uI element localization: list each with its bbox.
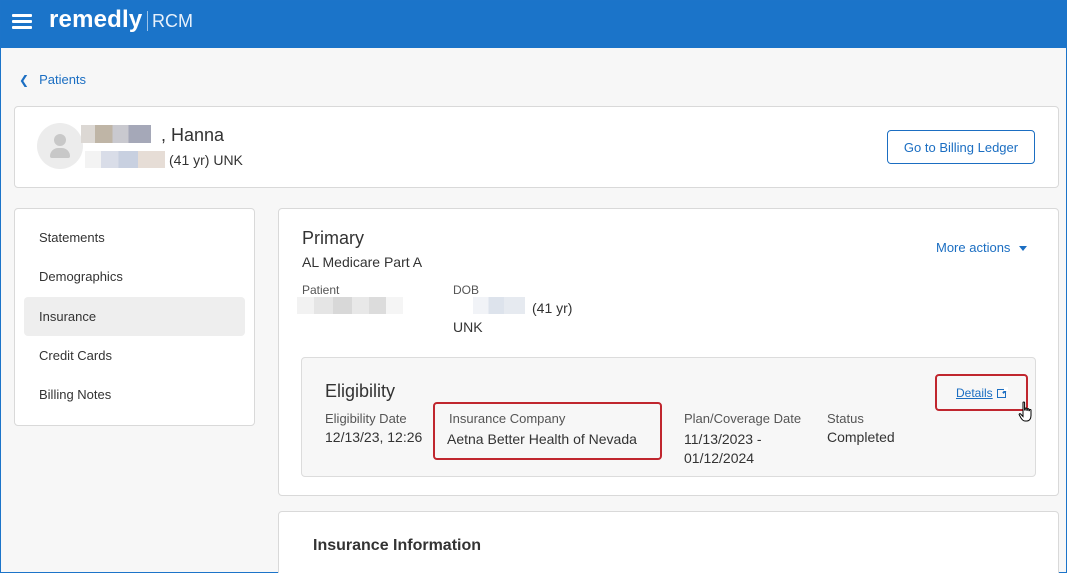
caret-down-icon xyxy=(1019,246,1028,252)
redacted-dob xyxy=(85,151,165,168)
patient-field-label: Patient xyxy=(302,283,340,297)
patient-sidebar: Statements Demographics Insurance Credit… xyxy=(14,208,255,426)
eligibility-date-value: 12/13/23, 12:26 xyxy=(325,429,423,445)
external-link-icon xyxy=(996,387,1008,398)
redacted-dob-value xyxy=(473,297,525,314)
eligibility-date-label: Eligibility Date xyxy=(325,411,407,426)
insurance-company-value: Aetna Better Health of Nevada xyxy=(447,431,637,447)
plan-coverage-date-end: 01/12/2024 xyxy=(684,450,755,466)
back-to-patients-link[interactable]: ❮ Patients xyxy=(19,72,86,87)
status-label: Status xyxy=(827,411,864,426)
sidebar-item-demographics[interactable]: Demographics xyxy=(24,257,245,296)
avatar-icon xyxy=(37,123,83,169)
insurance-information-card: Insurance Information xyxy=(278,511,1059,573)
insurance-plan-name: AL Medicare Part A xyxy=(302,254,423,270)
hamburger-menu-icon[interactable] xyxy=(12,14,32,30)
back-link-label: Patients xyxy=(39,72,87,87)
plan-coverage-date-start: 11/13/2023 - xyxy=(684,431,762,447)
plan-coverage-date-label: Plan/Coverage Date xyxy=(684,411,802,426)
brand-divider xyxy=(147,11,148,31)
primary-insurance-card: Primary AL Medicare Part A More actions … xyxy=(278,208,1059,496)
eligibility-title: Eligibility xyxy=(325,381,396,401)
eligibility-details-link[interactable]: Details xyxy=(956,386,1008,400)
go-to-billing-ledger-button[interactable]: Go to Billing Ledger xyxy=(887,130,1035,164)
more-actions-label: More actions xyxy=(936,240,1011,255)
redacted-patient-name xyxy=(297,297,403,314)
patient-sex: UNK xyxy=(453,319,483,335)
eligibility-panel: Eligibility Eligibility Date 12/13/23, 1… xyxy=(301,357,1036,477)
sidebar-item-credit-cards[interactable]: Credit Cards xyxy=(24,336,245,375)
patient-age-sex: (41 yr) UNK xyxy=(169,152,243,168)
status-value: Completed xyxy=(827,429,895,445)
dob-field-label: DOB xyxy=(453,283,480,297)
sidebar-item-insurance[interactable]: Insurance xyxy=(24,297,245,336)
insurance-company-label: Insurance Company xyxy=(449,411,566,426)
brand-logo: remedly xyxy=(49,6,143,33)
more-actions-dropdown[interactable]: More actions xyxy=(936,240,1028,255)
insurance-information-title: Insurance Information xyxy=(313,537,482,554)
dob-age: (41 yr) xyxy=(532,300,573,316)
details-link-label: Details xyxy=(956,386,993,400)
patient-header-card: , Hanna (41 yr) UNK Go to Billing Ledger xyxy=(14,106,1059,188)
top-bar: remedly RCM xyxy=(1,1,1067,48)
hand-pointer-cursor-icon xyxy=(1018,401,1032,422)
insurance-priority-title: Primary xyxy=(302,228,364,248)
chevron-left-icon: ❮ xyxy=(19,73,30,87)
redacted-last-name xyxy=(81,125,151,143)
sidebar-item-billing-notes[interactable]: Billing Notes xyxy=(24,375,245,414)
sidebar-item-statements[interactable]: Statements xyxy=(24,218,245,257)
brand-product: RCM xyxy=(152,11,193,31)
patient-name: , Hanna xyxy=(161,125,225,145)
